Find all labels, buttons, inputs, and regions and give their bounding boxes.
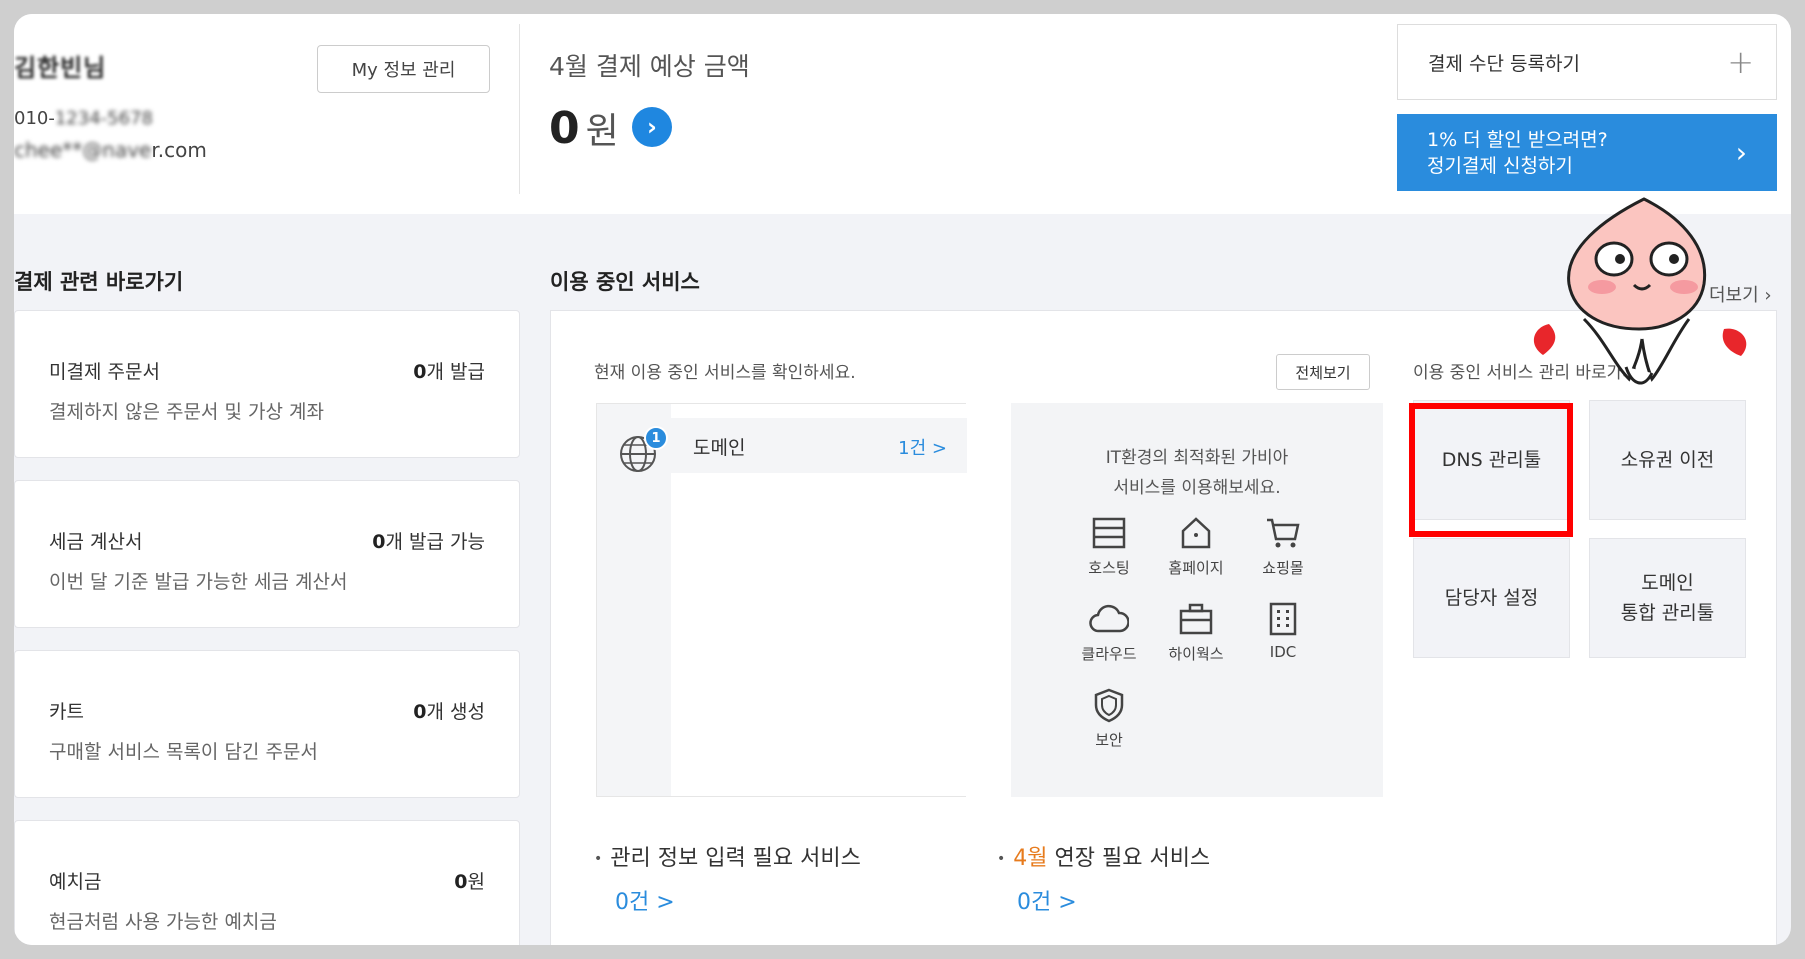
card-title: 미결제 주문서	[49, 361, 160, 383]
user-email: chee**@naver.com	[14, 138, 207, 162]
it-item-hosting[interactable]: 호스팅	[1069, 515, 1149, 578]
card-desc: 구매할 서비스 목록이 담긴 주문서	[49, 741, 318, 763]
briefcase-icon	[1179, 603, 1213, 635]
expected-payment-amount: 0원	[549, 102, 619, 154]
it-item-hiworks[interactable]: 하이웍스	[1156, 601, 1236, 664]
bullet-renewal: • 4월 연장 필요 서비스	[997, 846, 1211, 871]
card-title: 카트	[49, 701, 84, 723]
hosting-icon	[1092, 517, 1126, 549]
card-value: 0개 발급	[413, 361, 485, 383]
account-summary-bar: 김한빈님 010-1234-5678 chee**@naver.com My 정…	[14, 14, 1791, 214]
amount-value: 0	[549, 103, 580, 154]
shortcut-card-unpaid[interactable]: 미결제 주문서 0개 발급 결제하지 않은 주문서 및 가상 계좌	[14, 310, 520, 458]
building-icon	[1269, 602, 1297, 636]
service-count[interactable]: 1건 >	[898, 434, 947, 460]
my-info-button[interactable]: My 정보 관리	[317, 45, 490, 93]
it-services-text: IT환경의 최적화된 가비아 서비스를 이용해보세요.	[1105, 448, 1289, 498]
user-phone: 010-1234-5678	[14, 108, 153, 129]
service-count-badge: 1	[644, 426, 668, 450]
view-all-button[interactable]: 전체보기	[1276, 354, 1370, 390]
register-payment-label: 결제 수단 등록하기	[1428, 52, 1580, 75]
shield-icon	[1094, 688, 1124, 723]
card-title: 세금 계산서	[49, 531, 143, 553]
cloud-icon	[1089, 604, 1129, 633]
domain-integrated-tool-button[interactable]: 도메인 통합 관리툴	[1589, 538, 1746, 658]
shortcut-card-deposit[interactable]: 예치금 0원 현금처럼 사용 가능한 예치금	[14, 820, 520, 945]
bullet-admin-info: • 관리 정보 입력 필요 서비스	[594, 846, 861, 871]
shortcut-card-cart[interactable]: 카트 0개 생성 구매할 서비스 목록이 담긴 주문서	[14, 650, 520, 798]
card-desc: 이번 달 기준 발급 가능한 세금 계산서	[49, 571, 348, 593]
it-item-idc[interactable]: IDC	[1243, 601, 1323, 661]
shortcut-card-tax-invoice[interactable]: 세금 계산서 0개 발급 가능 이번 달 기준 발급 가능한 세금 계산서	[14, 480, 520, 628]
shortcuts-title: 결제 관련 바로가기	[14, 270, 184, 294]
service-name: 도메인	[693, 437, 746, 459]
services-desc: 현재 이용 중인 서비스를 확인하세요.	[594, 363, 856, 383]
divider	[519, 24, 520, 194]
it-item-shopping[interactable]: 쇼핑몰	[1243, 515, 1323, 578]
plus-icon: +	[1727, 43, 1754, 81]
card-desc: 현금처럼 사용 가능한 예치금	[49, 911, 277, 933]
user-name: 김한빈님	[14, 54, 107, 82]
register-payment-button[interactable]: 결제 수단 등록하기 +	[1397, 24, 1777, 100]
it-item-homepage[interactable]: 홈페이지	[1156, 515, 1236, 578]
it-item-security[interactable]: 보안	[1069, 687, 1149, 750]
card-value: 0개 생성	[413, 701, 485, 723]
cart-icon	[1267, 518, 1300, 548]
admin-info-count-link[interactable]: 0건 >	[615, 884, 675, 916]
contact-settings-button[interactable]: 담당자 설정	[1413, 538, 1570, 658]
apeach-mascot-sticker	[1533, 197, 1747, 385]
amount-unit: 원	[585, 111, 619, 152]
it-services-box: IT환경의 최적화된 가비아 서비스를 이용해보세요. 호스팅 홈페이지 쇼핑몰…	[1011, 403, 1383, 797]
chevron-right-icon: ›	[1735, 135, 1747, 169]
expected-payment-label: 4월 결제 예상 금액	[549, 52, 750, 81]
services-title: 이용 중인 서비스	[550, 270, 700, 294]
promo-line-2: 정기결제 신청하기	[1427, 154, 1573, 177]
subscription-promo-button[interactable]: 1% 더 할인 받으려면? 정기결제 신청하기 ›	[1397, 114, 1777, 191]
it-item-cloud[interactable]: 클라우드	[1069, 601, 1149, 664]
promo-line-1: 1% 더 할인 받으려면?	[1427, 128, 1608, 151]
card-desc: 결제하지 않은 주문서 및 가상 계좌	[49, 401, 324, 423]
page-frame: 김한빈님 010-1234-5678 chee**@naver.com My 정…	[14, 14, 1791, 945]
card-value: 0원	[454, 871, 485, 893]
homepage-icon	[1181, 517, 1211, 549]
card-title: 예치금	[49, 871, 102, 893]
chevron-right-icon[interactable]: ›	[632, 107, 672, 147]
card-value: 0개 발급 가능	[372, 531, 485, 553]
service-row-domain[interactable]: 도메인 1건 >	[671, 418, 967, 473]
renewal-count-link[interactable]: 0건 >	[1017, 884, 1077, 916]
